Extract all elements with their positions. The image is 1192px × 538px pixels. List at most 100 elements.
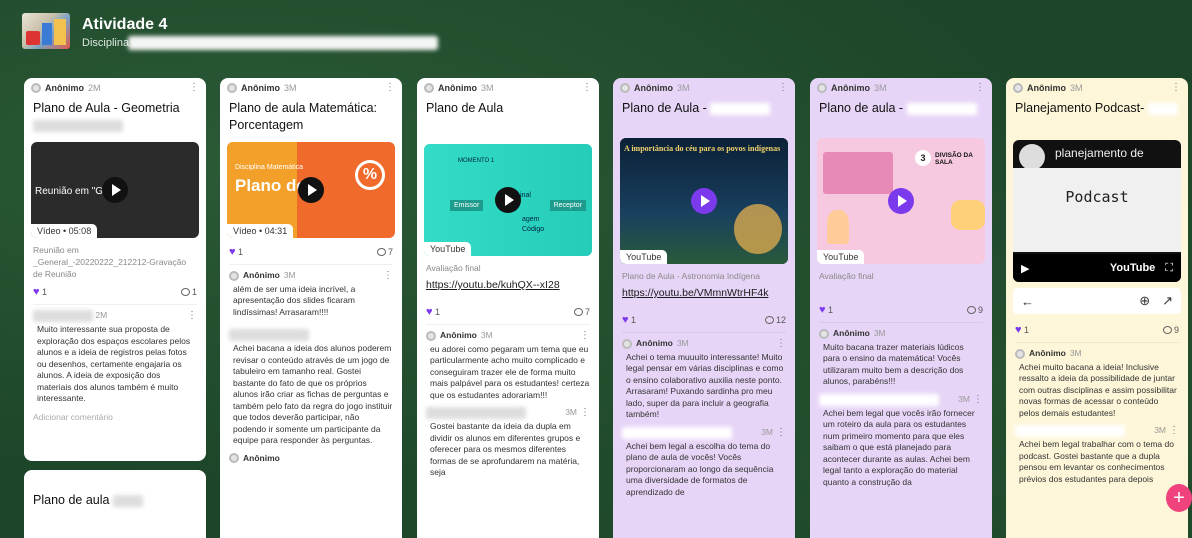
- column-1: Anônimo 2M ⋮ Plano de Aula - Geometria R…: [24, 78, 206, 538]
- post-title: Plano de Aula -: [613, 98, 795, 138]
- post-card[interactable]: Anônimo 2M ⋮ Plano de Aula - Geometria R…: [24, 78, 206, 461]
- video-thumbnail[interactable]: MOMENTO 1 Emissor Receptor inal agem Cód…: [424, 144, 592, 256]
- post-title: Planejamento Podcast-: [1006, 98, 1188, 136]
- like-count: 1: [435, 307, 441, 317]
- video-source: YouTube: [817, 250, 865, 264]
- video-source: YouTube: [620, 250, 668, 264]
- comment-icon[interactable]: [1162, 326, 1172, 334]
- more-options-icon[interactable]: ⋮: [580, 408, 590, 418]
- video-thumbnail[interactable]: % Disciplina Matemática Plano de a Vídeo…: [227, 142, 395, 238]
- youtube-link[interactable]: https://youtu.be/VMmnWtrHF4k: [613, 284, 795, 302]
- redacted-text: [710, 102, 771, 115]
- slide-text: agem: [522, 216, 540, 223]
- comment-text: Muito interessante sua proposta de explo…: [37, 324, 191, 403]
- board-thumbnail[interactable]: [22, 13, 70, 49]
- post-author: Anônimo: [45, 83, 84, 93]
- more-options-icon[interactable]: ⋮: [776, 427, 786, 438]
- redacted-author: [819, 393, 939, 406]
- post-header: Anônimo 3M ⋮: [1006, 78, 1188, 98]
- like-count: 1: [42, 287, 48, 297]
- divider: [33, 304, 197, 305]
- post-card[interactable]: Plano de aula: [24, 470, 206, 538]
- more-options-icon[interactable]: ⋮: [582, 83, 592, 93]
- heart-icon[interactable]: ♥: [622, 314, 629, 326]
- comment-icon[interactable]: [573, 308, 583, 316]
- more-options-icon[interactable]: ⋮: [580, 330, 590, 341]
- more-options-icon[interactable]: ⋮: [383, 270, 393, 281]
- comment: 3M ⋮ Achei bem legal a escolha do tema do…: [613, 424, 795, 502]
- comment-author: Anônimo: [833, 328, 870, 338]
- embedded-video[interactable]: planejamento de Podcast ▶ YouTube ⛶: [1013, 140, 1181, 282]
- add-post-button[interactable]: +: [1166, 484, 1192, 512]
- divider: [819, 322, 983, 323]
- post-author: Anônimo: [1027, 83, 1066, 93]
- more-options-icon[interactable]: ⋮: [975, 83, 985, 93]
- youtube-logo[interactable]: YouTube: [1110, 262, 1155, 274]
- slide-receptor: Receptor: [549, 200, 586, 211]
- post-card[interactable]: Anônimo 3M ⋮ Plano de aula - 3 DIVISÃO D…: [810, 78, 992, 538]
- board-title: Atividade 4: [82, 16, 168, 33]
- post-card[interactable]: Anônimo 3M ⋮ Plano de Aula - A importânc…: [613, 78, 795, 538]
- column-4: Anônimo 3M ⋮ Plano de Aula - A importânc…: [613, 78, 795, 538]
- divider: [622, 332, 786, 333]
- play-icon[interactable]: [888, 188, 914, 214]
- back-arrow-icon[interactable]: ←: [1021, 294, 1034, 309]
- open-external-icon[interactable]: ↗: [1162, 293, 1173, 309]
- attachment-meta: Reunião em _General_-20220222_212212-Gra…: [33, 245, 187, 279]
- more-options-icon[interactable]: ⋮: [973, 394, 983, 405]
- more-options-icon[interactable]: ⋮: [385, 83, 395, 93]
- video-thumbnail[interactable]: 3 DIVISÃO DA SALA YouTube: [817, 138, 985, 264]
- play-icon[interactable]: [102, 177, 128, 203]
- comment: Achei bacana a ideia dos alunos poderem …: [220, 321, 402, 450]
- heart-icon[interactable]: ♥: [426, 306, 433, 318]
- post-time: 3M: [677, 83, 690, 93]
- play-icon[interactable]: [298, 177, 324, 203]
- like-count: 1: [1024, 325, 1030, 335]
- comment-author: Anônimo: [243, 270, 280, 280]
- comment-icon[interactable]: [180, 288, 190, 296]
- youtube-link[interactable]: https://youtu.be/kuhQX--xI28: [417, 276, 599, 294]
- comment-count: 7: [387, 247, 393, 257]
- more-options-icon[interactable]: ⋮: [778, 83, 788, 93]
- video-thumbnail[interactable]: Reunião em "Ge l" Vídeo • 05:08: [31, 142, 199, 238]
- heart-icon[interactable]: ♥: [229, 246, 236, 258]
- comment-icon[interactable]: [376, 248, 386, 256]
- like-count: 1: [631, 315, 637, 325]
- more-options-icon[interactable]: ⋮: [189, 83, 199, 93]
- more-options-icon[interactable]: ⋮: [776, 338, 786, 349]
- more-options-icon[interactable]: ⋮: [187, 311, 197, 321]
- post-card[interactable]: Anônimo 3M ⋮ Planejamento Podcast- plane…: [1006, 78, 1188, 538]
- zoom-icon[interactable]: ⊕: [1139, 293, 1150, 309]
- divider: [229, 264, 393, 265]
- video-label: Vídeo • 04:31: [227, 224, 294, 238]
- fullscreen-icon[interactable]: ⛶: [1165, 262, 1173, 275]
- more-options-icon[interactable]: ⋮: [1171, 83, 1181, 93]
- comment-time: 3M: [565, 407, 577, 418]
- channel-avatar: [1019, 144, 1045, 170]
- avatar: [622, 338, 632, 349]
- comment: Anônimo 3M ⋮ eu adorei como pegaram um tem…: [417, 327, 599, 404]
- more-options-icon[interactable]: ⋮: [1169, 426, 1179, 436]
- avatar: [229, 453, 239, 464]
- play-icon[interactable]: [495, 187, 521, 213]
- heart-icon[interactable]: ♥: [819, 304, 826, 316]
- comment-icon[interactable]: [764, 316, 774, 324]
- post-title: Plano de aula -: [810, 98, 992, 138]
- add-comment-input[interactable]: Adicionar comentário: [24, 408, 206, 426]
- comment-time: 3M: [1069, 348, 1082, 358]
- heart-icon[interactable]: ♥: [1015, 324, 1022, 336]
- post-card[interactable]: Anônimo 3M ⋮ Plano de Aula MOMENTO 1 Emi…: [417, 78, 599, 538]
- heart-icon[interactable]: ♥: [33, 286, 40, 298]
- play-icon[interactable]: ▶: [1021, 262, 1029, 275]
- video-label: Vídeo • 05:08: [31, 224, 98, 238]
- thumb-number: 3: [915, 150, 931, 166]
- redacted-text: [112, 494, 143, 507]
- video-thumbnail[interactable]: A importância do céu para os povos indíg…: [620, 138, 788, 264]
- post-card[interactable]: Anônimo 3M ⋮ Plano de aula Matemática: P…: [220, 78, 402, 538]
- slide-label: MOMENTO 1: [458, 158, 495, 164]
- comment-icon[interactable]: [966, 306, 976, 314]
- slide-emissor: Emissor: [450, 200, 484, 211]
- post-author: Anônimo: [438, 83, 477, 93]
- play-icon[interactable]: [691, 188, 717, 214]
- comment: 3M ⋮ Achei bem legal trabalhar com o tema…: [1006, 422, 1188, 488]
